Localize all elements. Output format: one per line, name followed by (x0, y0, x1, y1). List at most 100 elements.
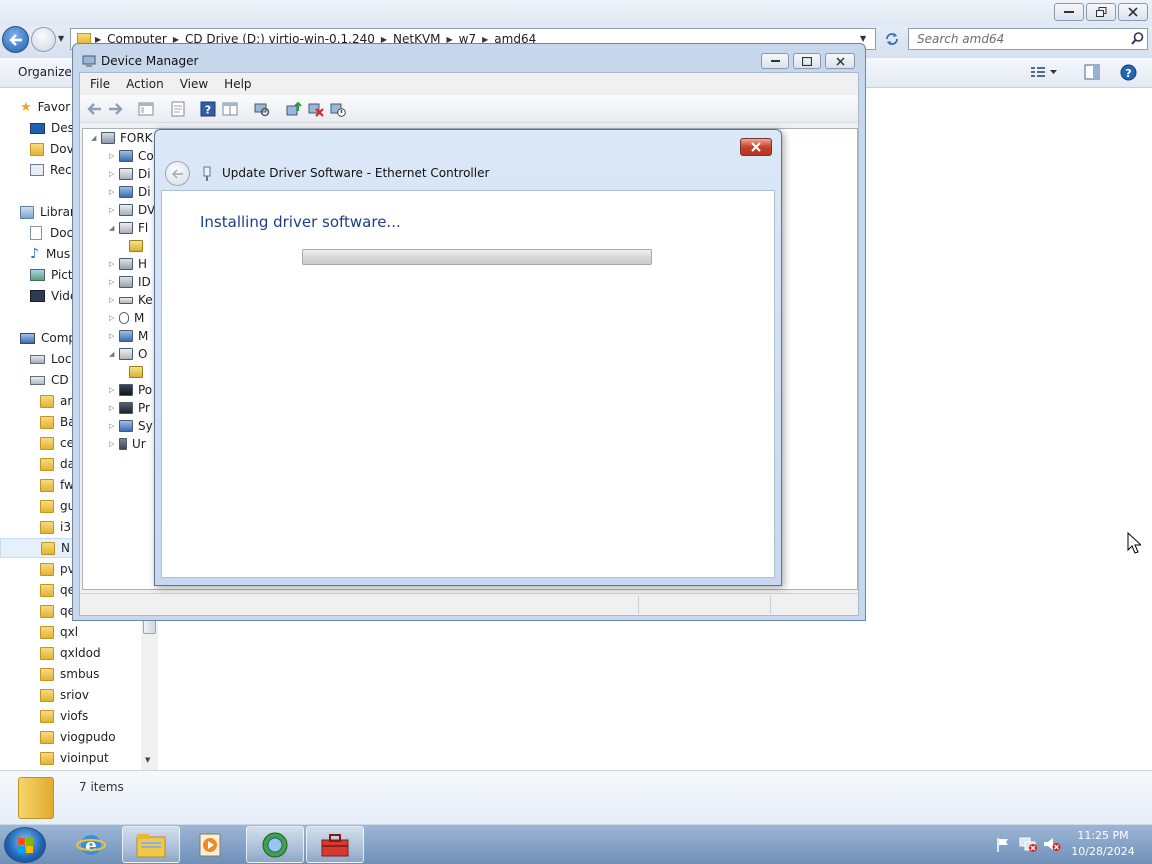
properties-icon[interactable] (170, 101, 186, 117)
expand-icon[interactable]: ▷ (109, 152, 119, 160)
expand-icon[interactable]: ▷ (109, 332, 119, 340)
folder-item[interactable]: qxldod (40, 643, 185, 663)
view-icon[interactable] (222, 101, 238, 117)
tree-child-node[interactable] (129, 237, 148, 255)
clock-date: 10/28/2024 (1071, 845, 1135, 858)
show-hide-tree-icon[interactable] (138, 101, 154, 117)
menu-help[interactable]: Help (224, 77, 251, 91)
collapse-icon[interactable]: ◢ (109, 350, 119, 358)
update-driver-icon[interactable] (286, 101, 302, 117)
help-icon[interactable]: ? (1120, 64, 1137, 81)
taskbar-internet-explorer[interactable]: e (62, 826, 120, 863)
tree-node[interactable]: ▷ Sy (109, 417, 153, 435)
expand-icon[interactable]: ▷ (109, 296, 119, 304)
tree-node[interactable]: ▷ Pr (109, 399, 150, 417)
dm-close-button[interactable] (825, 53, 855, 69)
action-center-flag-icon[interactable] (996, 837, 1010, 853)
expand-icon[interactable]: ▷ (109, 188, 119, 196)
dvd-drive-icon (119, 204, 133, 216)
network-disconnected-icon[interactable] (1019, 836, 1037, 852)
menu-file[interactable]: File (90, 77, 110, 91)
tree-node[interactable]: ▷ DV (109, 201, 155, 219)
tree-node[interactable]: ▷ M (109, 327, 148, 345)
minimize-icon (770, 60, 780, 62)
expand-icon[interactable]: ▷ (109, 422, 119, 430)
tree-node[interactable]: ▷ Po (109, 381, 152, 399)
dialog-close-button[interactable] (740, 138, 772, 156)
expand-icon[interactable]: ▷ (109, 440, 119, 448)
tree-child-node[interactable] (129, 363, 148, 381)
taskbar-device-manager[interactable] (246, 826, 304, 863)
tree-node[interactable]: ▷ Ur (109, 435, 146, 453)
folder-icon (40, 604, 54, 618)
preview-pane-icon[interactable] (1084, 64, 1100, 80)
volume-muted-icon[interactable] (1043, 836, 1061, 852)
view-options-icon[interactable] (1030, 65, 1058, 79)
menu-action[interactable]: Action (126, 77, 164, 91)
search-icon[interactable] (1131, 32, 1144, 45)
address-dropdown-icon[interactable]: ▼ (860, 34, 866, 43)
tree-node[interactable]: ▷ H (109, 255, 147, 273)
forward-arrow-icon[interactable] (108, 101, 124, 117)
clock[interactable]: 11:25 PM 10/28/2024 (1060, 828, 1146, 860)
folder-icon (40, 625, 54, 639)
tree-root-computer[interactable]: ◢ FORK (91, 129, 153, 147)
collapse-icon[interactable]: ◢ (109, 224, 119, 232)
uninstall-icon[interactable] (308, 101, 324, 117)
dm-maximize-button[interactable] (793, 53, 821, 69)
disable-device-icon[interactable] (330, 101, 346, 117)
expand-icon[interactable]: ▷ (109, 260, 119, 268)
forward-button[interactable] (31, 27, 56, 52)
taskbar-explorer[interactable] (122, 826, 180, 863)
recent-pages-chevron-icon[interactable]: ▼ (58, 34, 64, 43)
folder-item[interactable]: viogpudo (40, 727, 185, 747)
search-input[interactable]: Search amd64 (908, 28, 1148, 50)
scroll-down-icon[interactable]: ▼ (145, 756, 150, 764)
folder-item[interactable]: viofs (40, 706, 185, 726)
expand-icon[interactable]: ▷ (109, 404, 119, 412)
tree-node[interactable]: ▷ Di (109, 165, 151, 183)
tree-node[interactable]: ▷ Ke (109, 291, 153, 309)
collapse-icon[interactable]: ◢ (91, 134, 101, 142)
menu-view[interactable]: View (180, 77, 208, 91)
folder-item[interactable]: smbus (40, 664, 185, 684)
tree-node[interactable]: ◢ Fl (109, 219, 148, 237)
back-button[interactable] (2, 26, 29, 53)
videos-icon (30, 290, 45, 302)
toolbox-icon (321, 833, 349, 856)
scan-hardware-icon[interactable] (254, 101, 270, 117)
tree-node[interactable]: ▷ ID (109, 273, 151, 291)
documents-icon (30, 226, 42, 240)
folder-icon (40, 646, 54, 660)
restore-button[interactable] (1086, 3, 1116, 21)
menu-bar: File Action View Help (80, 73, 858, 95)
folder-item[interactable]: sriov (40, 685, 185, 705)
expand-icon[interactable]: ▷ (109, 206, 119, 214)
close-button[interactable] (1118, 3, 1148, 21)
taskbar-toolbox[interactable] (306, 826, 364, 863)
tree-node[interactable]: ▷ M (109, 309, 144, 327)
start-button[interactable] (4, 827, 46, 863)
folder-item[interactable]: vioinput (40, 748, 185, 768)
organize-button[interactable]: Organize (18, 65, 72, 79)
tree-node[interactable]: ◢ O (109, 345, 147, 363)
libraries-icon (20, 205, 34, 219)
recent-places-icon (30, 164, 44, 176)
folder-item[interactable]: qxl (40, 622, 185, 642)
dm-minimize-button[interactable] (761, 53, 789, 69)
minimize-button[interactable] (1054, 3, 1084, 21)
maximize-icon (802, 56, 812, 66)
refresh-button[interactable] (880, 28, 904, 50)
help-icon[interactable]: ? (200, 101, 216, 117)
ide-controller-icon (119, 276, 133, 288)
dialog-back-button[interactable] (165, 161, 190, 186)
tree-node[interactable]: ▷ Di (109, 183, 151, 201)
expand-icon[interactable]: ▷ (109, 170, 119, 178)
back-arrow-icon[interactable] (86, 101, 102, 117)
expand-icon[interactable]: ▷ (109, 386, 119, 394)
taskbar-media-player[interactable] (182, 826, 240, 863)
expand-icon[interactable]: ▷ (109, 278, 119, 286)
install-progress-bar (302, 249, 652, 265)
tree-node[interactable]: ▷ Co (109, 147, 154, 165)
expand-icon[interactable]: ▷ (109, 314, 119, 322)
